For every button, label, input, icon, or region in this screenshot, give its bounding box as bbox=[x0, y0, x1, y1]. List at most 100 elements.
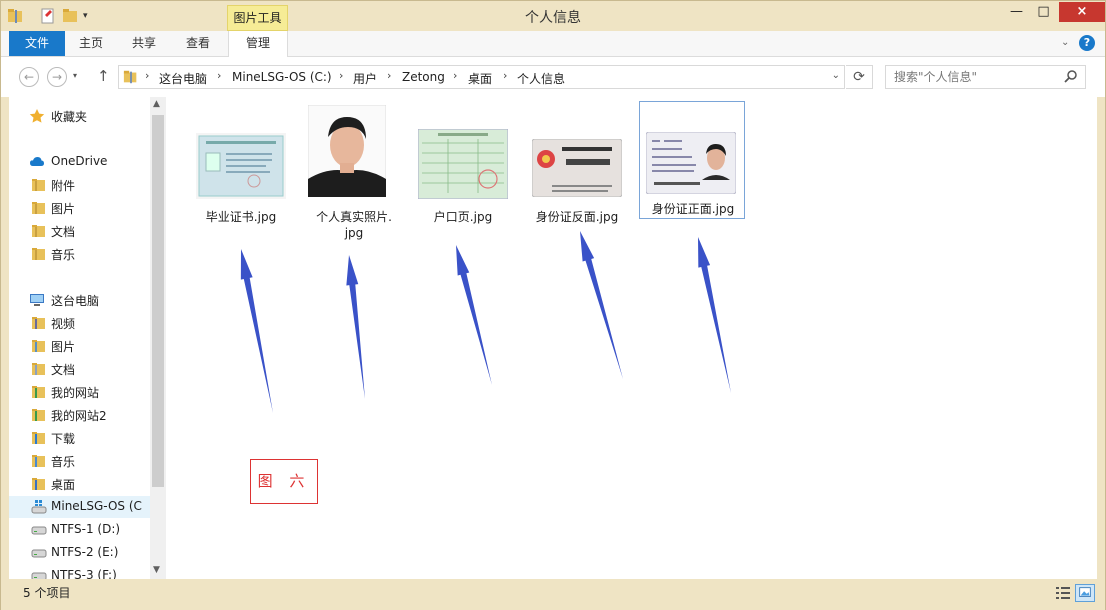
id-card-back-thumbnail bbox=[532, 139, 622, 197]
file-item[interactable]: 毕业证书.jpg bbox=[188, 105, 294, 227]
forward-button[interactable]: → bbox=[47, 67, 67, 87]
file-item[interactable]: 户口页.jpg bbox=[410, 105, 516, 227]
file-item[interactable]: 个人真实照片. jpg bbox=[302, 105, 408, 240]
address-row: ← → ▾ ↑ › 这台电脑 › MineLSG-OS (C:) › 用户 › … bbox=[1, 57, 1105, 97]
scroll-up-icon[interactable]: ▲ bbox=[153, 99, 160, 109]
sidebar-item-3[interactable]: 附件 bbox=[9, 174, 150, 196]
sidebar-item-19[interactable]: NTFS-3 (F:) bbox=[9, 565, 150, 579]
cloud-icon bbox=[29, 154, 45, 170]
network-folder-icon bbox=[31, 407, 47, 423]
video-folder-icon bbox=[31, 315, 47, 331]
sidebar-item-7[interactable]: 这台电脑 bbox=[9, 289, 150, 311]
address-dropdown-icon[interactable]: ⌄ bbox=[832, 70, 840, 81]
close-button[interactable]: × bbox=[1059, 2, 1105, 22]
sidebar-item-6[interactable]: 音乐 bbox=[9, 243, 150, 265]
computer-icon bbox=[29, 292, 45, 308]
search-icon[interactable] bbox=[1063, 69, 1079, 85]
sidebar-item-5[interactable]: 文档 bbox=[9, 220, 150, 242]
picture-tools-group: 图片工具 bbox=[227, 5, 288, 31]
scrollbar-thumb[interactable] bbox=[152, 115, 164, 487]
sidebar-item-10[interactable]: 文档 bbox=[9, 358, 150, 380]
breadcrumb-separator: › bbox=[217, 69, 222, 82]
sidebar-item-11[interactable]: 我的网站 bbox=[9, 381, 150, 403]
folder-icon bbox=[31, 200, 47, 216]
file-item-selected[interactable]: 身份证正面.jpg bbox=[639, 101, 745, 219]
recent-locations-icon[interactable]: ▾ bbox=[73, 71, 77, 80]
desktop-folder-icon bbox=[31, 476, 47, 492]
breadcrumb-desktop[interactable]: 桌面 bbox=[468, 70, 492, 87]
sidebar-item-1[interactable]: 收藏夹 bbox=[9, 105, 150, 127]
item-count: 5 个项目 bbox=[23, 586, 71, 600]
breadcrumb-current[interactable]: 个人信息 bbox=[517, 70, 565, 87]
sidebar-item-label: 图片 bbox=[51, 340, 76, 354]
tab-file[interactable]: 文件 bbox=[9, 31, 65, 56]
tab-view[interactable]: 查看 bbox=[173, 31, 223, 56]
search-placeholder: 搜索"个人信息" bbox=[894, 70, 978, 84]
sidebar-item-label: OneDrive bbox=[51, 154, 108, 168]
minimize-button[interactable]: — bbox=[1003, 2, 1030, 22]
sidebar-item-label: MineLSG-OS (C bbox=[51, 499, 142, 513]
documents-folder-icon bbox=[31, 361, 47, 377]
scroll-down-icon[interactable]: ▼ bbox=[153, 565, 160, 575]
sidebar-item-12[interactable]: 我的网站2 bbox=[9, 404, 150, 426]
music-folder-icon bbox=[31, 453, 47, 469]
sidebar-item-8[interactable]: 视频 bbox=[9, 312, 150, 334]
breadcrumb-separator: › bbox=[339, 69, 344, 82]
status-bar: 5 个项目 bbox=[1, 579, 1105, 610]
sidebar-item-4[interactable]: 图片 bbox=[9, 197, 150, 219]
sidebar-item-9[interactable]: 图片 bbox=[9, 335, 150, 357]
navigation-pane: 收藏夹 OneDrive 附件 图片 文档 音乐 这台电脑 视频 图片 文档 我的网站 我的网站2 下载… bbox=[9, 97, 166, 579]
id-card-front-thumbnail bbox=[646, 132, 736, 194]
arrow-4 bbox=[580, 231, 623, 379]
household-register-thumbnail bbox=[418, 129, 508, 199]
sidebar-item-17[interactable]: NTFS-1 (D:) bbox=[9, 519, 150, 541]
sidebar-item-13[interactable]: 下载 bbox=[9, 427, 150, 449]
sidebar-item-2[interactable]: OneDrive bbox=[9, 151, 150, 173]
sidebar-item-label: 我的网站2 bbox=[51, 409, 107, 423]
sidebar-item-label: NTFS-3 (F:) bbox=[51, 568, 117, 579]
sidebar-item-label: 文档 bbox=[51, 363, 76, 377]
breadcrumb-drive[interactable]: MineLSG-OS (C:) bbox=[232, 70, 332, 84]
breadcrumb-user[interactable]: Zetong bbox=[402, 70, 445, 84]
details-view-icon[interactable] bbox=[1053, 584, 1073, 602]
back-button[interactable]: ← bbox=[19, 67, 39, 87]
tab-home[interactable]: 主页 bbox=[67, 31, 115, 56]
nav-scrollbar[interactable]: ▲ ▼ bbox=[150, 97, 166, 579]
drive-icon bbox=[31, 568, 47, 579]
sidebar-item-label: 图片 bbox=[51, 202, 76, 216]
refresh-button[interactable]: ⟳ bbox=[846, 65, 873, 89]
folder-icon bbox=[31, 223, 47, 239]
breadcrumb-separator: › bbox=[145, 69, 150, 82]
maximize-button[interactable]: □ bbox=[1030, 2, 1057, 22]
address-bar[interactable]: › 这台电脑 › MineLSG-OS (C:) › 用户 › Zetong ›… bbox=[118, 65, 845, 89]
arrow-1 bbox=[240, 249, 273, 413]
sidebar-item-label: NTFS-1 (D:) bbox=[51, 522, 121, 536]
breadcrumb-this-pc[interactable]: 这台电脑 bbox=[159, 70, 207, 87]
file-name: 个人真实照片. jpg bbox=[316, 210, 392, 240]
search-input[interactable]: 搜索"个人信息" bbox=[885, 65, 1086, 89]
downloads-folder-icon bbox=[31, 430, 47, 446]
breadcrumb-users[interactable]: 用户 bbox=[353, 70, 377, 87]
up-button[interactable]: ↑ bbox=[97, 67, 110, 85]
expand-ribbon-icon[interactable]: ⌄ bbox=[1061, 37, 1069, 48]
network-folder-icon bbox=[31, 384, 47, 400]
file-item[interactable]: 身份证反面.jpg bbox=[524, 105, 630, 227]
sidebar-item-18[interactable]: NTFS-2 (E:) bbox=[9, 542, 150, 564]
diploma-thumbnail bbox=[196, 133, 286, 199]
system-drive-icon bbox=[31, 499, 47, 515]
large-icons-view-icon[interactable] bbox=[1075, 584, 1095, 602]
title-bar: ▾ 个人信息 图片工具 — □ × bbox=[1, 1, 1105, 31]
folder-icon bbox=[123, 70, 137, 84]
pictures-folder-icon bbox=[31, 338, 47, 354]
sidebar-item-label: 文档 bbox=[51, 225, 76, 239]
tab-manage[interactable]: 管理 bbox=[228, 31, 288, 57]
tab-share[interactable]: 共享 bbox=[119, 31, 169, 56]
sidebar-item-label: 音乐 bbox=[51, 455, 76, 469]
sidebar-item-label: 音乐 bbox=[51, 248, 76, 262]
help-icon[interactable]: ? bbox=[1079, 35, 1095, 51]
sidebar-item-14[interactable]: 音乐 bbox=[9, 450, 150, 472]
sidebar-item-15[interactable]: 桌面 bbox=[9, 473, 150, 495]
arrow-2 bbox=[346, 255, 365, 399]
ribbon-tabs: 文件 主页 共享 查看 管理 ⌄ ? bbox=[1, 31, 1105, 57]
sidebar-item-16[interactable]: MineLSG-OS (C bbox=[9, 496, 150, 518]
